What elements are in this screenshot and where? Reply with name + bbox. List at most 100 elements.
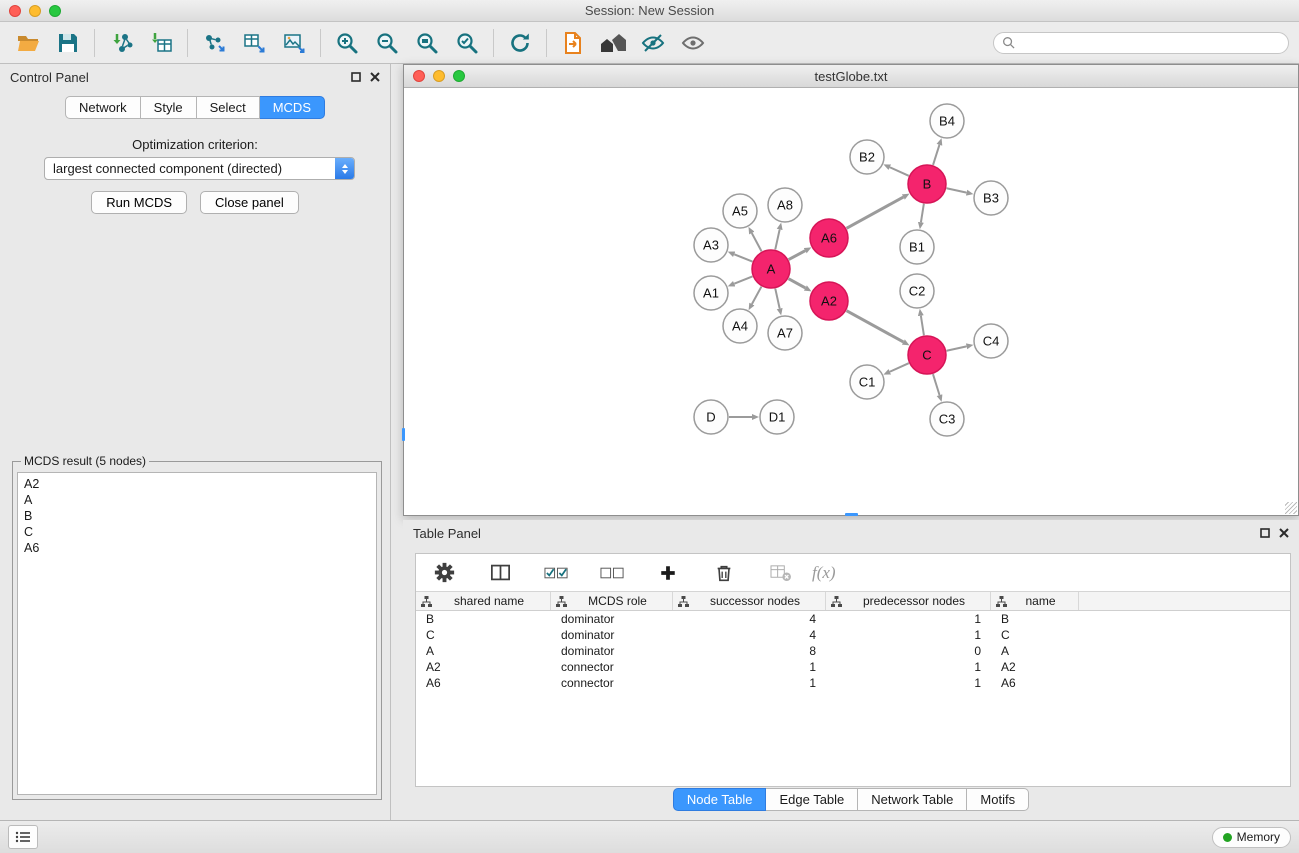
- deselect-all-button[interactable]: [596, 558, 628, 588]
- zoom-fit-selected-button[interactable]: [451, 28, 483, 58]
- import-network-button[interactable]: [105, 28, 137, 58]
- edge-B-B4[interactable]: [933, 145, 939, 165]
- mcds-result-list: A2ABCA6: [17, 472, 377, 795]
- show-columns-button[interactable]: [484, 558, 516, 588]
- details-toggle-button[interactable]: [637, 28, 669, 58]
- column-header-successor-nodes[interactable]: successor nodes: [673, 592, 826, 610]
- table-row[interactable]: A6connector11A6: [416, 675, 1290, 691]
- column-header-name[interactable]: name: [991, 592, 1079, 610]
- tab-mcds[interactable]: MCDS: [260, 96, 325, 119]
- task-history-button[interactable]: [8, 825, 38, 849]
- tab-network-table[interactable]: Network Table: [858, 788, 967, 811]
- float-icon: [1260, 528, 1270, 538]
- zoom-actual-size-button[interactable]: [411, 28, 443, 58]
- edge-A2-C[interactable]: [847, 311, 904, 342]
- run-mcds-button[interactable]: Run MCDS: [91, 191, 187, 214]
- edge-A-A6[interactable]: [789, 251, 806, 260]
- table-cell: 1: [673, 675, 826, 691]
- edge-A-A2[interactable]: [789, 279, 806, 288]
- table-cell: C: [416, 627, 551, 643]
- result-item[interactable]: B: [24, 508, 370, 524]
- node-table-card: f(x) shared nameMCDS rolesuccessor nodes…: [415, 553, 1291, 787]
- export-image-button[interactable]: [278, 28, 310, 58]
- close-table-panel-button[interactable]: [1279, 528, 1289, 538]
- network-canvas[interactable]: B4B2BB3A5A8A6B1A3AC2A1A2A4A7C4CC1C3DD1: [404, 88, 1298, 515]
- table-settings-button[interactable]: [428, 558, 460, 588]
- import-table-button[interactable]: [145, 28, 177, 58]
- table-row[interactable]: Adominator80A: [416, 643, 1290, 659]
- result-item[interactable]: A: [24, 492, 370, 508]
- birds-eye-view-button[interactable]: [677, 28, 709, 58]
- node-label-D: D: [706, 410, 715, 425]
- edge-A-A3[interactable]: [734, 254, 752, 261]
- toolbar-separator: [493, 29, 494, 57]
- open-session-button[interactable]: [12, 28, 44, 58]
- edge-C-C2[interactable]: [921, 316, 924, 336]
- tab-style[interactable]: Style: [141, 96, 197, 119]
- column-header-MCDS-role[interactable]: MCDS role: [551, 592, 673, 610]
- edge-A-A1[interactable]: [734, 276, 752, 283]
- tab-select[interactable]: Select: [197, 96, 260, 119]
- edge-A-A8[interactable]: [775, 229, 779, 249]
- table-cell: 1: [826, 627, 991, 643]
- table-row[interactable]: Bdominator41B: [416, 611, 1290, 627]
- zoom-reset-icon: [415, 31, 439, 55]
- tab-network[interactable]: Network: [65, 96, 141, 119]
- function-builder-button[interactable]: f(x): [812, 563, 836, 583]
- table-body: Bdominator41BCdominator41CAdominator80AA…: [416, 611, 1290, 691]
- result-item[interactable]: A6: [24, 540, 370, 556]
- table-cell: B: [991, 611, 1079, 627]
- splitter-handle[interactable]: [845, 513, 858, 516]
- select-all-icon: [544, 565, 569, 581]
- home-view-button[interactable]: [597, 28, 629, 58]
- zoom-selected-icon: [455, 31, 479, 55]
- resize-handle[interactable]: [1285, 502, 1297, 514]
- tab-motifs[interactable]: Motifs: [967, 788, 1029, 811]
- delete-table-button[interactable]: [764, 558, 796, 588]
- table-cell: 1: [826, 675, 991, 691]
- edge-A6-B[interactable]: [847, 197, 904, 228]
- result-item[interactable]: A2: [24, 476, 370, 492]
- add-column-button[interactable]: [652, 558, 684, 588]
- refresh-view-button[interactable]: [504, 28, 536, 58]
- column-header-shared-name[interactable]: shared name: [416, 592, 551, 610]
- criterion-select[interactable]: largest connected component (directed): [44, 157, 355, 180]
- edge-B-B1[interactable]: [921, 204, 924, 223]
- edge-C-C4[interactable]: [947, 346, 967, 350]
- zoom-out-button[interactable]: [371, 28, 403, 58]
- edge-A-A7[interactable]: [775, 289, 779, 309]
- file-import-button[interactable]: [557, 28, 589, 58]
- edge-C-C3[interactable]: [933, 374, 940, 395]
- table-cell: dominator: [551, 643, 673, 659]
- table-row[interactable]: Cdominator41C: [416, 627, 1290, 643]
- close-panel-button[interactable]: [370, 72, 380, 82]
- result-item[interactable]: C: [24, 524, 370, 540]
- edge-B-B3[interactable]: [947, 188, 967, 192]
- search-input[interactable]: [1020, 36, 1280, 50]
- tab-edge-table[interactable]: Edge Table: [766, 788, 858, 811]
- delete-column-button[interactable]: [708, 558, 740, 588]
- node-label-A: A: [767, 262, 776, 277]
- export-table-button[interactable]: [238, 28, 270, 58]
- tab-node-table[interactable]: Node Table: [673, 788, 767, 811]
- memory-button[interactable]: Memory: [1212, 827, 1291, 848]
- float-panel-button[interactable]: [351, 72, 361, 82]
- close-panel-action-button[interactable]: Close panel: [200, 191, 299, 214]
- zoom-in-icon: [335, 31, 359, 55]
- control-panel-title: Control Panel: [10, 70, 89, 85]
- float-table-panel-button[interactable]: [1260, 528, 1270, 538]
- edge-B-B2[interactable]: [890, 167, 909, 176]
- table-row[interactable]: A2connector11A2: [416, 659, 1290, 675]
- toolbar-search[interactable]: [993, 32, 1289, 54]
- edge-C-C1[interactable]: [890, 363, 909, 372]
- edge-A-A4[interactable]: [752, 287, 762, 304]
- window-titlebar: Session: New Session: [0, 0, 1299, 22]
- select-all-button[interactable]: [540, 558, 572, 588]
- column-header-predecessor-nodes[interactable]: predecessor nodes: [826, 592, 991, 610]
- toolbar-separator: [320, 29, 321, 57]
- splitter-handle[interactable]: [402, 428, 405, 441]
- zoom-in-button[interactable]: [331, 28, 363, 58]
- export-network-button[interactable]: [198, 28, 230, 58]
- edge-A-A5[interactable]: [752, 233, 762, 251]
- save-session-button[interactable]: [52, 28, 84, 58]
